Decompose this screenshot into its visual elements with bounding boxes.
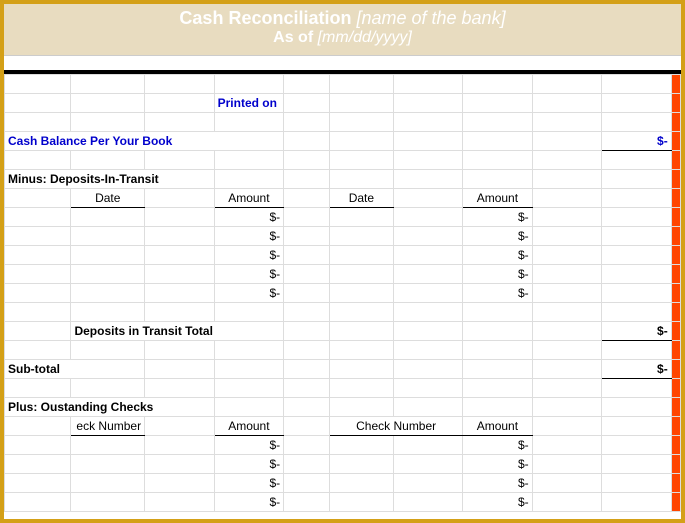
- table-row[interactable]: Cash Balance Per Your Book $-: [5, 132, 681, 151]
- check-amt: $-: [463, 493, 533, 512]
- table-row[interactable]: Date Amount Date Amount: [5, 189, 681, 208]
- header-banner: Cash Reconciliation [name of the bank] A…: [4, 4, 681, 56]
- table-row[interactable]: $- $-: [5, 227, 681, 246]
- deposit-amt: $-: [214, 265, 284, 284]
- deposit-amt: $-: [463, 208, 533, 227]
- table-row[interactable]: $- $-: [5, 208, 681, 227]
- check-number-header-2: Check Number: [330, 417, 463, 436]
- table-row[interactable]: [5, 151, 681, 170]
- cash-balance-label: Cash Balance Per Your Book: [5, 132, 284, 151]
- table-row[interactable]: $- $-: [5, 436, 681, 455]
- check-amt: $-: [463, 474, 533, 493]
- table-row[interactable]: [5, 341, 681, 360]
- title-prefix: Cash Reconciliation: [179, 8, 356, 28]
- date-header-2: Date: [330, 189, 393, 208]
- deposits-total-label: Deposits in Transit Total: [71, 322, 284, 341]
- table-row[interactable]: $- $-: [5, 265, 681, 284]
- deposit-amt: $-: [214, 208, 284, 227]
- deposit-amt: $-: [463, 265, 533, 284]
- deposit-amt: $-: [214, 227, 284, 246]
- title-bracket: [name of the bank]: [356, 8, 505, 28]
- deposit-amt: $-: [214, 284, 284, 303]
- deposit-amt: $-: [463, 227, 533, 246]
- title-row: Cash Reconciliation [name of the bank]: [4, 8, 681, 29]
- table-row[interactable]: Deposits in Transit Total $-: [5, 322, 681, 341]
- subtotal-value: $-: [602, 360, 672, 379]
- cash-balance-value: $-: [602, 132, 672, 151]
- check-amt: $-: [214, 436, 284, 455]
- check-number-header-1: eck Number: [71, 417, 145, 436]
- deposit-amt: $-: [463, 246, 533, 265]
- deposit-amt: $-: [214, 246, 284, 265]
- sub-prefix: As of: [273, 29, 317, 46]
- date-header-1: Date: [71, 189, 145, 208]
- minus-deposits-label: Minus: Deposits-In-Transit: [5, 170, 215, 189]
- table-row[interactable]: [5, 303, 681, 322]
- table-row[interactable]: Plus: Oustanding Checks: [5, 398, 681, 417]
- subtotal-label: Sub-total: [5, 360, 145, 379]
- table-row[interactable]: [5, 379, 681, 398]
- amount-header-4: Amount: [463, 417, 533, 436]
- printed-on-label: Printed on: [214, 94, 284, 113]
- check-amt: $-: [214, 474, 284, 493]
- table-row[interactable]: Sub-total $-: [5, 360, 681, 379]
- deposit-amt: $-: [463, 284, 533, 303]
- reconciliation-grid: Printed on Cash Balance Per Your Book $-…: [4, 74, 681, 512]
- check-amt: $-: [214, 493, 284, 512]
- amount-header-2: Amount: [463, 189, 533, 208]
- check-amt: $-: [463, 455, 533, 474]
- table-row[interactable]: $- $-: [5, 284, 681, 303]
- table-row[interactable]: $- $-: [5, 493, 681, 512]
- sub-bracket: [mm/dd/yyyy]: [318, 29, 412, 46]
- check-amt: $-: [463, 436, 533, 455]
- deposits-total-value: $-: [602, 322, 672, 341]
- table-row[interactable]: Minus: Deposits-In-Transit: [5, 170, 681, 189]
- table-row[interactable]: $- $-: [5, 474, 681, 493]
- table-row[interactable]: [5, 75, 681, 94]
- table-row[interactable]: $- $-: [5, 455, 681, 474]
- subtitle-row: As of [mm/dd/yyyy]: [4, 29, 681, 47]
- plus-outstanding-label: Plus: Oustanding Checks: [5, 398, 215, 417]
- spreadsheet-frame: Cash Reconciliation [name of the bank] A…: [0, 0, 685, 523]
- table-row[interactable]: eck Number Amount Check Number Amount: [5, 417, 681, 436]
- check-amt: $-: [214, 455, 284, 474]
- amount-header-1: Amount: [214, 189, 284, 208]
- amount-header-3: Amount: [214, 417, 284, 436]
- table-row[interactable]: [5, 113, 681, 132]
- table-row[interactable]: Printed on: [5, 94, 681, 113]
- table-row[interactable]: $- $-: [5, 246, 681, 265]
